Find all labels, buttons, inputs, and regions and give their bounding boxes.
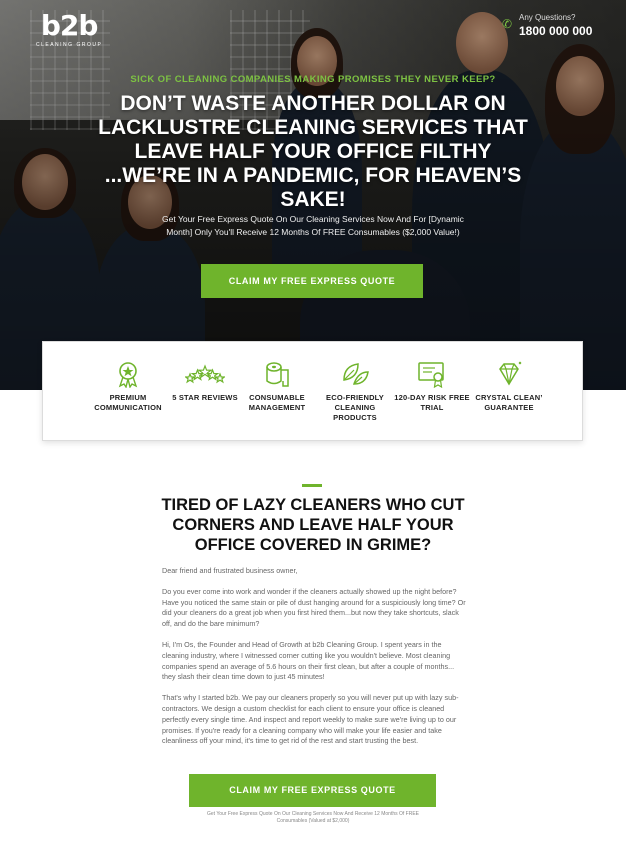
logo-mark: b2b bbox=[40, 9, 99, 42]
body-paragraph: Hi, I'm Os, the Founder and Head of Grow… bbox=[162, 639, 455, 682]
phone-number[interactable]: 1800 000 000 bbox=[519, 24, 592, 38]
cta-fineprint: Get Your Free Express Quote On Our Clean… bbox=[206, 811, 420, 824]
hero-eyebrow: SICK OF CLEANING COMPANIES MAKING PROMIS… bbox=[130, 74, 496, 85]
diamond-icon bbox=[499, 361, 522, 386]
feature-label: PREMIUM COMMUNICATION bbox=[94, 393, 162, 412]
body-paragraph: That's why I started b2b. We pay our cle… bbox=[162, 693, 459, 746]
claim-quote-button[interactable]: CLAIM MY FREE EXPRESS QUOTE bbox=[201, 264, 423, 298]
section-title: TIRED OF LAZY CLEANERS WHO CUT CORNERS A… bbox=[161, 496, 465, 554]
hero-headline: DON’T WASTE ANOTHER DOLLAR ON LACKLUSTRE… bbox=[98, 92, 528, 211]
section-divider bbox=[302, 484, 322, 487]
feature-consumable-management: CONSUMABLE MANAGEMENT bbox=[236, 360, 318, 413]
hero-section: b2b CLEANING GROUP ✆ Any Questions? 1800… bbox=[0, 0, 626, 390]
contact-label: Any Questions? bbox=[519, 13, 576, 22]
award-badge-icon bbox=[118, 362, 138, 388]
feature-5-star-reviews: 5 STAR REVIEWS bbox=[164, 360, 246, 403]
brand-logo[interactable]: b2b CLEANING GROUP bbox=[36, 9, 103, 49]
hero-subcopy: Get Your Free Express Quote On Our Clean… bbox=[162, 214, 464, 237]
feature-risk-free-trial: 120-DAY RISK FREE TRIAL bbox=[391, 360, 473, 413]
feature-eco-friendly: ECO-FRIENDLY CLEANING PRODUCTS bbox=[314, 360, 396, 423]
features-bar: PREMIUM COMMUNICATION 5 STAR REVIEWS CON… bbox=[42, 341, 583, 441]
leaves-icon bbox=[343, 363, 369, 385]
sales-letter-body: Dear friend and frustrated business owne… bbox=[162, 566, 467, 757]
claim-quote-button-bottom[interactable]: CLAIM MY FREE EXPRESS QUOTE bbox=[189, 774, 436, 807]
body-paragraph: Do you ever come into work and wonder if… bbox=[162, 586, 466, 629]
phone-icon: ✆ bbox=[502, 17, 513, 31]
feature-label: CONSUMABLE MANAGEMENT bbox=[248, 393, 306, 412]
body-paragraph: Dear friend and frustrated business owne… bbox=[162, 566, 298, 575]
logo-tagline: CLEANING GROUP bbox=[36, 42, 103, 48]
contact-block[interactable]: ✆ Any Questions? 1800 000 000 bbox=[502, 13, 592, 38]
feature-label: 120-DAY RISK FREE TRIAL bbox=[394, 393, 470, 412]
feature-label: ECO-FRIENDLY CLEANING PRODUCTS bbox=[326, 393, 384, 422]
toilet-roll-icon bbox=[266, 362, 289, 387]
feature-premium-communication: PREMIUM COMMUNICATION bbox=[87, 360, 169, 413]
feature-label: CRYSTAL CLEAN’ GUARANTEE bbox=[475, 393, 543, 412]
feature-label: 5 STAR REVIEWS bbox=[172, 393, 238, 402]
feature-crystal-clean-guarantee: CRYSTAL CLEAN’ GUARANTEE bbox=[468, 360, 550, 413]
five-stars-icon bbox=[185, 364, 225, 384]
certificate-icon bbox=[418, 362, 444, 388]
